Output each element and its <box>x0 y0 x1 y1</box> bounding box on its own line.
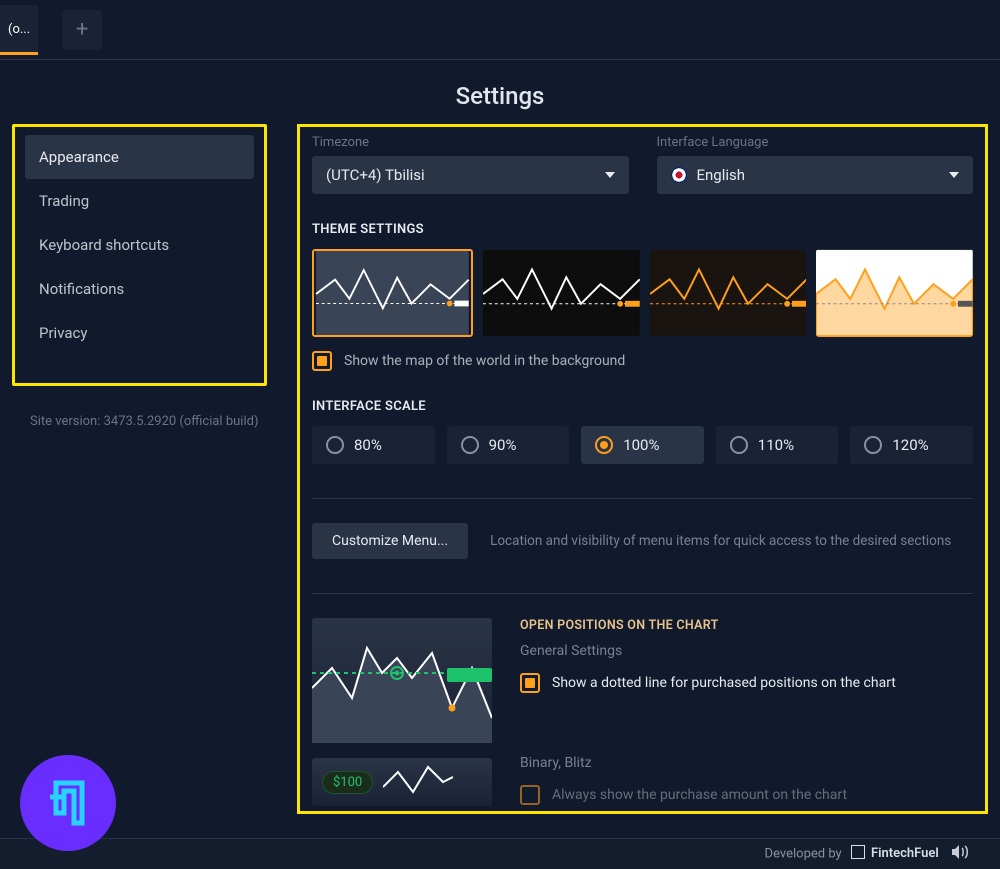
customize-menu-hint: Location and visibility of menu items fo… <box>490 533 951 549</box>
checkbox-icon <box>312 351 332 371</box>
radio-icon <box>461 436 479 454</box>
binary-blitz-label: Binary, Blitz <box>520 755 973 771</box>
language-select[interactable]: English <box>657 156 974 194</box>
binary-preview: $100 <box>312 758 492 806</box>
scale-90[interactable]: 90% <box>447 426 570 464</box>
theme-light[interactable] <box>816 249 973 337</box>
sidebar-item-appearance[interactable]: Appearance <box>25 135 254 179</box>
volume-icon[interactable] <box>952 845 970 863</box>
sidebar-item-keyboard[interactable]: Keyboard shortcuts <box>25 223 254 267</box>
settings-sidebar: Appearance Trading Keyboard shortcuts No… <box>12 124 267 386</box>
language-value: English <box>697 166 746 184</box>
general-settings-label: General Settings <box>520 643 973 659</box>
divider <box>312 498 973 499</box>
always-show-amount-label: Always show the purchase amount on the c… <box>552 787 847 803</box>
brand-logo <box>20 755 116 851</box>
dotted-line-label: Show a dotted line for purchased positio… <box>552 675 896 691</box>
theme-dark-black[interactable] <box>483 249 640 337</box>
flag-uk-icon <box>671 167 687 183</box>
scale-options: 80% 90% 100% 110% 120% <box>312 426 973 464</box>
checkbox-icon <box>520 785 540 805</box>
footer-text: Developed by <box>765 846 842 861</box>
timezone-select[interactable]: (UTC+4) Tbilisi <box>312 156 629 194</box>
content: Appearance Trading Keyboard shortcuts No… <box>0 124 1000 814</box>
radio-icon <box>730 436 748 454</box>
scale-120[interactable]: 120% <box>850 426 973 464</box>
scale-110[interactable]: 110% <box>716 426 839 464</box>
brand-icon <box>851 845 865 859</box>
amount-badge: $100 <box>322 771 373 794</box>
site-version: Site version: 3473.5.2920 (official buil… <box>12 414 267 429</box>
timezone-value: (UTC+4) Tbilisi <box>326 166 425 184</box>
page-title: Settings <box>0 82 1000 110</box>
radio-icon <box>864 436 882 454</box>
theme-sepia[interactable] <box>650 249 807 337</box>
sidebar-item-notifications[interactable]: Notifications <box>25 267 254 311</box>
topbar: (o... + <box>0 0 1000 60</box>
theme-options <box>312 249 973 337</box>
open-positions-heading: OPEN POSITIONS ON THE CHART <box>520 618 973 633</box>
radio-icon <box>595 436 613 454</box>
customize-menu-button[interactable]: Customize Menu... <box>312 523 468 559</box>
scale-100[interactable]: 100% <box>581 426 704 464</box>
interface-scale-heading: INTERFACE SCALE <box>312 399 973 414</box>
language-label: Interface Language <box>657 135 974 150</box>
settings-main: Timezone (UTC+4) Tbilisi Interface Langu… <box>297 124 988 814</box>
sidebar-item-privacy[interactable]: Privacy <box>25 311 254 355</box>
chevron-down-icon <box>605 172 615 178</box>
tab-instrument[interactable]: (o... <box>0 5 38 55</box>
dotted-line-option[interactable]: Show a dotted line for purchased positio… <box>520 673 973 693</box>
show-map-label: Show the map of the world in the backgro… <box>344 353 625 369</box>
add-tab-button[interactable]: + <box>62 10 102 50</box>
scale-80[interactable]: 80% <box>312 426 435 464</box>
show-map-option[interactable]: Show the map of the world in the backgro… <box>312 351 973 371</box>
theme-dark-map[interactable] <box>312 249 473 337</box>
timezone-label: Timezone <box>312 135 629 150</box>
footer-brand: FintechFuel <box>871 846 939 861</box>
always-show-amount-option[interactable]: Always show the purchase amount on the c… <box>520 785 973 805</box>
radio-icon <box>326 436 344 454</box>
footer: Developed by FintechFuel <box>0 838 1000 869</box>
theme-settings-heading: THEME SETTINGS <box>312 222 973 237</box>
sidebar-item-trading[interactable]: Trading <box>25 179 254 223</box>
checkbox-icon <box>520 673 540 693</box>
chevron-down-icon <box>949 172 959 178</box>
open-positions-preview <box>312 618 492 743</box>
divider <box>312 593 973 594</box>
